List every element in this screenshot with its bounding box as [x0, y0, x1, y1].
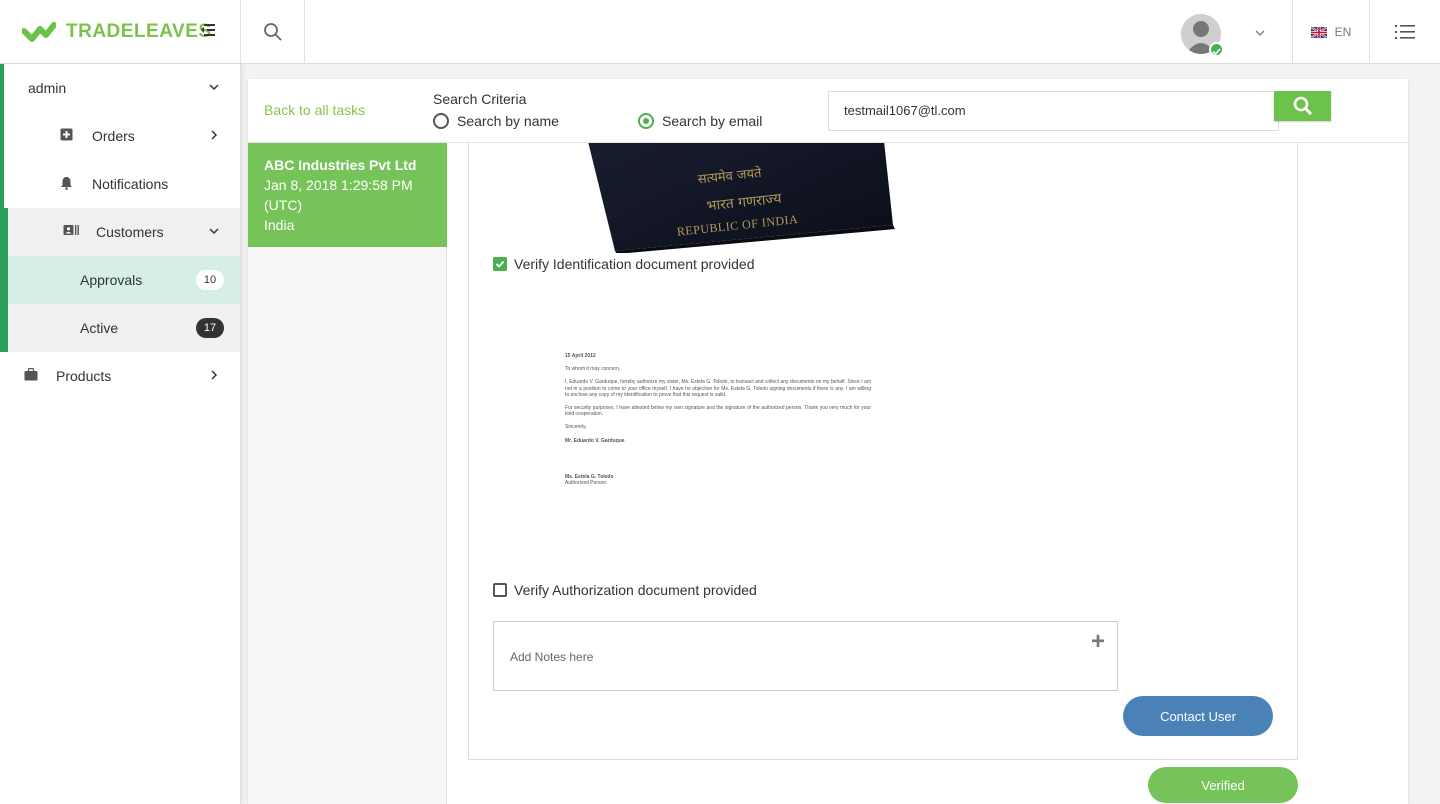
sidebar-item-customers[interactable]: Customers [0, 208, 240, 256]
chevron-down-icon[interactable] [1253, 26, 1267, 40]
language-selector[interactable]: EN [1293, 0, 1369, 64]
brand-area: TRADELEAVES [0, 0, 241, 64]
sidebar: admin Orders Notifications Customers App… [0, 64, 241, 804]
approvals-count-badge: 10 [196, 270, 224, 290]
sidebar-item-admin[interactable]: admin [0, 64, 240, 112]
list-icon [1395, 25, 1415, 39]
sidebar-item-label: Products [56, 368, 112, 384]
active-count-badge: 17 [196, 318, 224, 338]
task-date: Jan 8, 2018 1:29:58 PM [264, 177, 413, 193]
chevron-down-icon [209, 228, 219, 235]
sidebar-item-label: Orders [92, 128, 135, 144]
approval-card: Back to all tasks Search Criteria Search… [248, 79, 1408, 804]
search-by-name-label: Search by name [457, 113, 559, 129]
verified-button[interactable]: Verified [1148, 767, 1298, 803]
radio-checked-icon [638, 113, 654, 129]
tradeleaves-logo-icon [22, 22, 56, 42]
briefcase-icon [24, 368, 38, 381]
sidebar-item-label: Active [80, 320, 119, 336]
online-status-icon [1209, 42, 1224, 57]
language-label: EN [1334, 25, 1352, 39]
add-note-plus-icon[interactable]: + [1091, 630, 1105, 654]
notes-input[interactable]: Add Notes here + [493, 621, 1118, 691]
back-to-tasks-link[interactable]: Back to all tasks [264, 102, 365, 118]
uk-flag-icon [1310, 26, 1327, 38]
email-search-input[interactable]: testmail1067@tl.com [828, 91, 1279, 131]
contact-user-button[interactable]: Contact User [1123, 696, 1273, 736]
chevron-down-icon [209, 84, 219, 91]
search-criteria-bar: Back to all tasks Search Criteria Search… [248, 79, 1408, 143]
task-company: ABC Industries Pvt Ltd [264, 157, 417, 173]
options-menu-button[interactable] [1370, 0, 1440, 64]
checkbox-unchecked-icon [493, 583, 507, 597]
sidebar-item-label: Customers [96, 224, 164, 240]
authorization-letter-image: 15 April 2012 To whom it may concern, I,… [565, 353, 871, 487]
task-country: India [264, 217, 295, 233]
checkbox-checked-icon [493, 257, 507, 271]
radio-unchecked-icon [433, 113, 449, 129]
search-icon [1293, 96, 1312, 116]
search-submit-button[interactable] [1274, 91, 1331, 121]
sidebar-item-label: Notifications [92, 176, 169, 192]
chevron-right-icon [211, 130, 218, 140]
verify-authorization-label: Verify Authorization document provided [514, 582, 757, 598]
chevron-right-icon [211, 370, 218, 380]
orders-icon [60, 128, 73, 141]
task-list: ABC Industries Pvt Ltd Jan 8, 2018 1:29:… [248, 143, 447, 804]
sidebar-item-notifications[interactable]: Notifications [0, 160, 240, 208]
bell-icon [61, 177, 72, 190]
verify-identification-checkbox[interactable]: Verify Identification document provided [493, 256, 754, 272]
top-bar: TRADELEAVES EN [0, 0, 1440, 64]
search-by-name-radio[interactable]: Search by name [433, 113, 559, 129]
contact-card-icon [63, 225, 79, 235]
sidebar-item-orders[interactable]: Orders [0, 112, 240, 160]
sidebar-item-products[interactable]: Products [0, 352, 240, 400]
header-search-button[interactable] [241, 0, 305, 64]
verify-identification-label: Verify Identification document provided [514, 256, 755, 272]
search-by-email-label: Search by email [662, 113, 763, 129]
search-icon [263, 23, 282, 41]
sidebar-item-active[interactable]: Active 17 [0, 304, 240, 352]
verification-panel: सत्यमेव जयते भारत गणराज्य REPUBLIC OF IN… [468, 143, 1298, 760]
notes-placeholder: Add Notes here [510, 650, 594, 664]
passport-image: सत्यमेव जयते भारत गणराज्य REPUBLIC OF IN… [588, 143, 895, 253]
search-criteria-title: Search Criteria [433, 91, 527, 107]
task-timezone: (UTC) [264, 197, 303, 213]
search-by-email-radio[interactable]: Search by email [638, 113, 762, 129]
brand-name: TRADELEAVES [66, 21, 212, 42]
task-item-selected[interactable]: ABC Industries Pvt Ltd Jan 8, 2018 1:29:… [248, 143, 447, 247]
verify-authorization-checkbox[interactable]: Verify Authorization document provided [493, 582, 757, 598]
sidebar-item-approvals[interactable]: Approvals 10 [0, 256, 240, 304]
sidebar-item-label: Approvals [80, 272, 143, 288]
menu-collapse-icon[interactable] [200, 22, 216, 38]
sidebar-item-label: admin [28, 80, 67, 96]
